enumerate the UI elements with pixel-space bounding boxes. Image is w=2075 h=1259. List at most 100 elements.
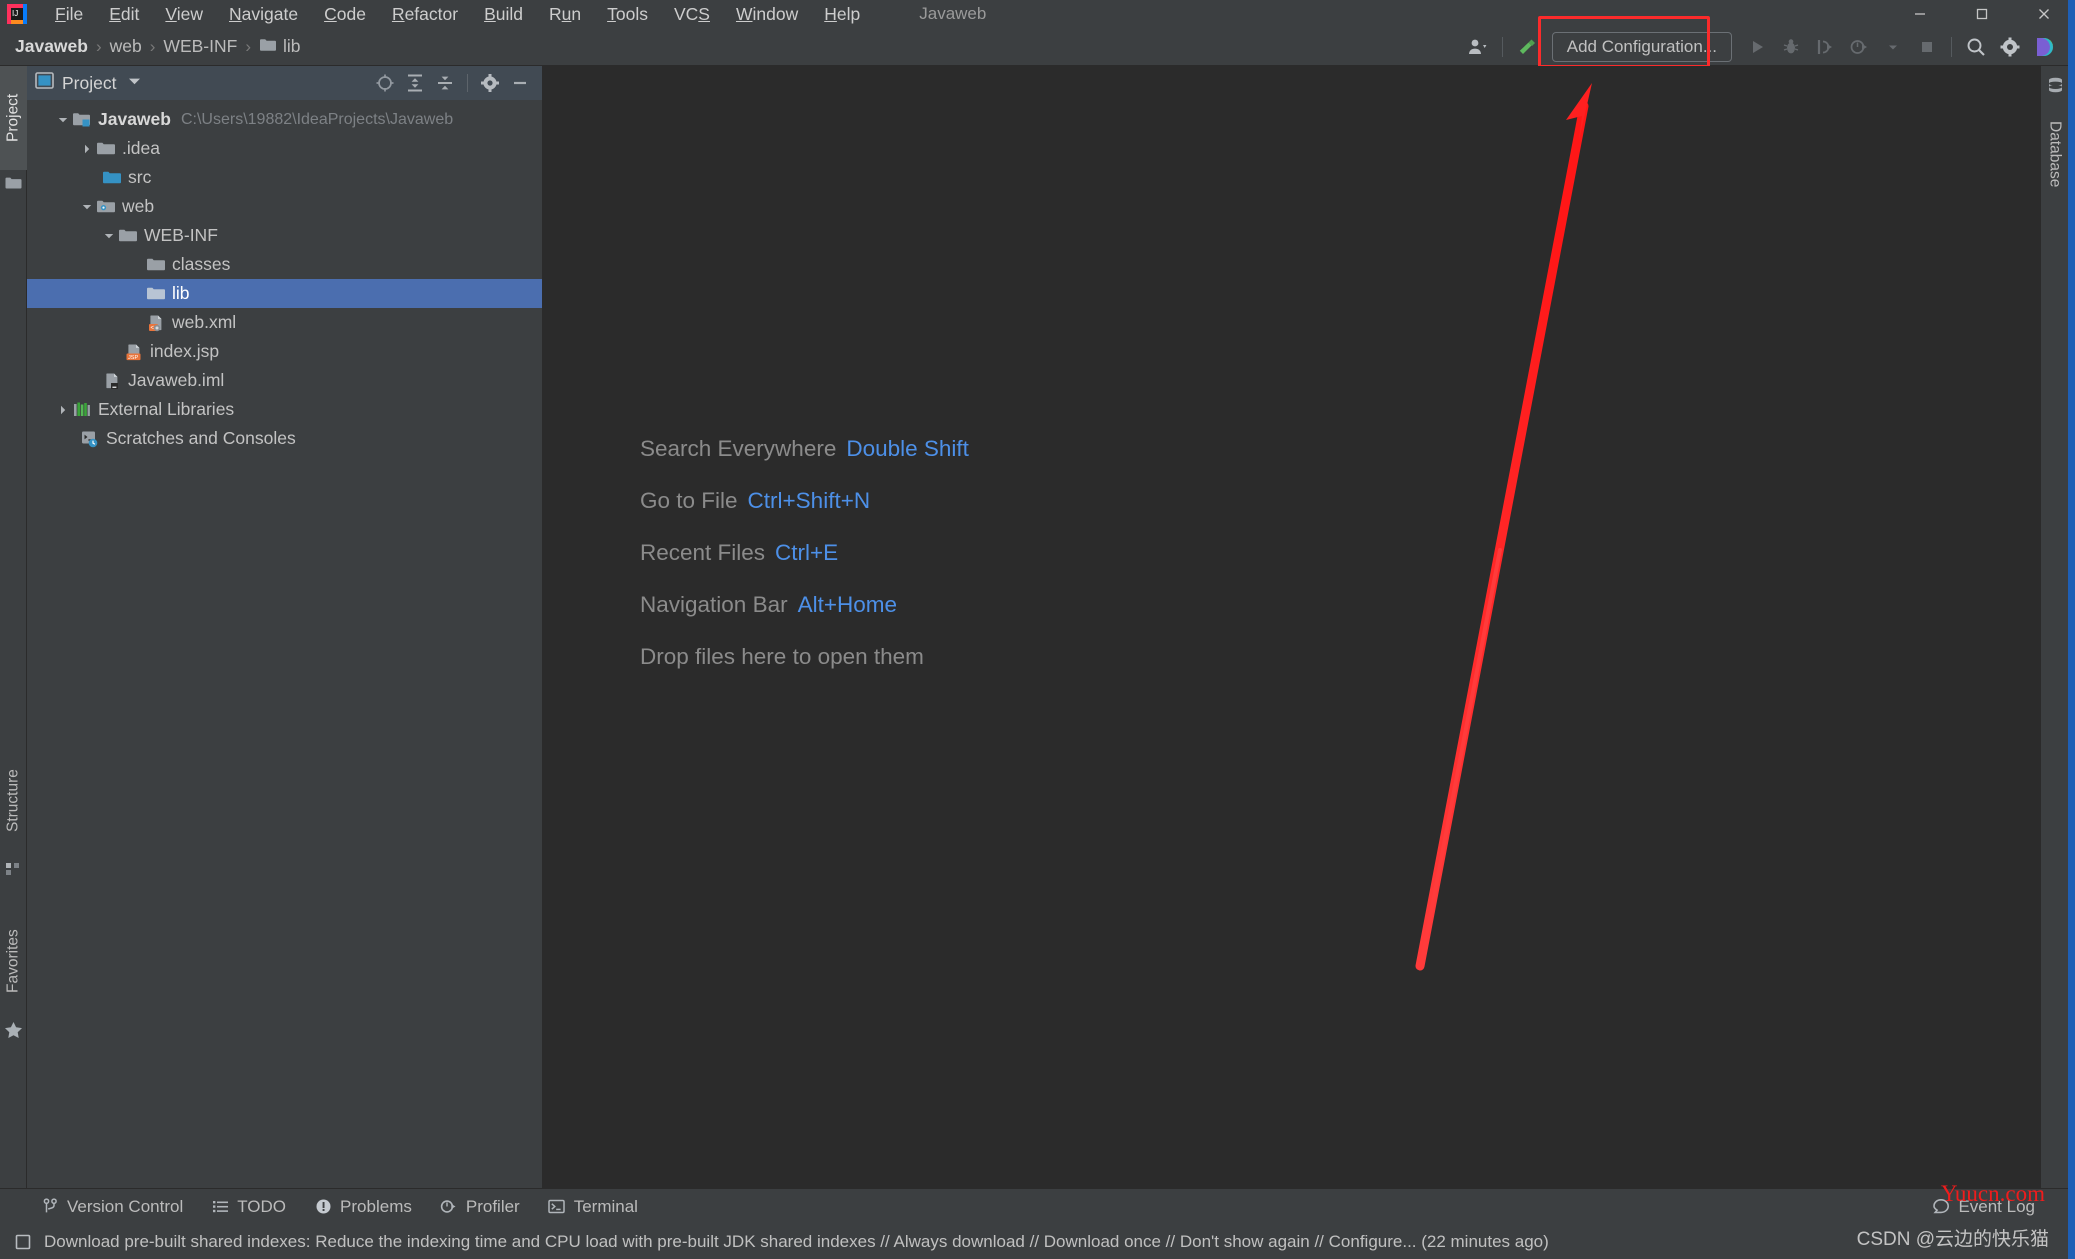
tree-node-scratches[interactable]: Scratches and Consoles bbox=[27, 424, 542, 453]
toolbar-actions: Add Configuration... bbox=[1461, 16, 2061, 68]
user-account-icon[interactable] bbox=[1461, 30, 1495, 64]
bottom-tool-window-bar: Version Control TODO Problems Profiler T… bbox=[0, 1188, 2075, 1224]
close-button[interactable] bbox=[2013, 0, 2075, 28]
build-hammer-icon[interactable] bbox=[1510, 30, 1544, 64]
crosshair-target-icon[interactable] bbox=[371, 69, 399, 97]
breadcrumb-separator: › bbox=[95, 36, 102, 56]
run-with-coverage-icon[interactable] bbox=[1808, 30, 1842, 64]
welcome-line-go-to-file: Go to File Ctrl+Shift+N bbox=[640, 488, 969, 514]
breadcrumb-item-webinf[interactable]: WEB-INF bbox=[158, 34, 242, 59]
right-tool-strip: Database bbox=[2040, 66, 2068, 1214]
stop-square-icon[interactable] bbox=[1910, 30, 1944, 64]
tree-node-label: web.xml bbox=[172, 312, 237, 332]
watermark-csdn: CSDN @云边的快乐猫 bbox=[1856, 1229, 2049, 1250]
sidebar-tab-label: Project bbox=[4, 93, 22, 143]
folder-icon bbox=[95, 140, 117, 158]
tree-node-label: index.jsp bbox=[150, 341, 220, 361]
tree-node-classes[interactable]: classes bbox=[27, 250, 542, 279]
tree-node-label: classes bbox=[172, 254, 231, 274]
tree-node-iml[interactable]: Javaweb.iml bbox=[27, 366, 542, 395]
chevron-right-icon[interactable] bbox=[55, 402, 71, 418]
chevron-down-icon[interactable] bbox=[55, 112, 71, 128]
menu-tools[interactable]: Tools bbox=[594, 1, 661, 27]
tree-node-webxml[interactable]: < web.xml bbox=[27, 308, 542, 337]
welcome-line-search-everywhere: Search Everywhere Double Shift bbox=[640, 436, 969, 462]
toolwindow-todo[interactable]: TODO bbox=[197, 1189, 300, 1225]
toolwindow-label: Version Control bbox=[67, 1196, 184, 1216]
intellij-idea-window: IJ File Edit View Navigate Code Refactor… bbox=[0, 0, 2075, 1259]
menu-code[interactable]: Code bbox=[311, 1, 379, 27]
tree-node-lib[interactable]: lib bbox=[27, 279, 542, 308]
debug-bug-icon[interactable] bbox=[1774, 30, 1808, 64]
chevron-right-icon[interactable] bbox=[79, 141, 95, 157]
toolwindow-label: Problems bbox=[340, 1196, 412, 1216]
maximize-button[interactable] bbox=[1951, 0, 2013, 28]
chevron-down-icon[interactable] bbox=[1876, 30, 1910, 64]
toolwindow-version-control[interactable]: Version Control bbox=[27, 1189, 197, 1225]
welcome-line-navigation-bar: Navigation Bar Alt+Home bbox=[640, 592, 969, 618]
toolwindow-profiler[interactable]: Profiler bbox=[426, 1189, 534, 1225]
welcome-line-drop-files: Drop files here to open them bbox=[640, 644, 969, 670]
menu-file[interactable]: File bbox=[42, 1, 96, 27]
breadcrumb-item-web[interactable]: web bbox=[105, 34, 147, 59]
toolwindow-terminal[interactable]: Terminal bbox=[534, 1189, 652, 1225]
sidebar-tab-project[interactable]: Project bbox=[0, 66, 27, 170]
tree-node-webinf[interactable]: WEB-INF bbox=[27, 221, 542, 250]
profiler-icon[interactable] bbox=[1842, 30, 1876, 64]
xml-file-icon: < bbox=[145, 314, 167, 332]
breadcrumb-item-lib[interactable]: lib bbox=[254, 34, 306, 59]
tree-node-src[interactable]: src bbox=[27, 163, 542, 192]
tree-node-idea[interactable]: .idea bbox=[27, 134, 542, 163]
svg-text:JSP: JSP bbox=[128, 354, 139, 360]
source-folder-icon bbox=[101, 169, 123, 187]
sidebar-tab-favorites[interactable]: Favorites bbox=[0, 906, 27, 1016]
chevron-down-icon[interactable] bbox=[79, 199, 95, 215]
editor-empty-area: Search Everywhere Double Shift Go to File… bbox=[544, 66, 2040, 1188]
tree-node-web[interactable]: web bbox=[27, 192, 542, 221]
notification-square-icon[interactable] bbox=[12, 1232, 34, 1252]
breadcrumb-label: WEB-INF bbox=[163, 36, 238, 56]
menu-refactor[interactable]: Refactor bbox=[379, 1, 471, 27]
welcome-shortcut: Ctrl+E bbox=[775, 540, 839, 565]
menu-view[interactable]: View bbox=[152, 1, 216, 27]
welcome-label: Search Everywhere bbox=[640, 436, 837, 461]
menu-build[interactable]: Build bbox=[471, 1, 536, 27]
sidebar-tab-label: Structure bbox=[4, 769, 22, 833]
datalore-icon[interactable] bbox=[2027, 30, 2061, 64]
run-play-icon[interactable] bbox=[1740, 30, 1774, 64]
chevron-down-icon[interactable] bbox=[101, 228, 117, 244]
add-configuration-button[interactable]: Add Configuration... bbox=[1551, 32, 1732, 62]
menu-navigate[interactable]: Navigate bbox=[216, 1, 311, 27]
tree-node-indexjsp[interactable]: JSP index.jsp bbox=[27, 337, 542, 366]
navigation-toolbar: Javaweb › web › WEB-INF › lib Add Config… bbox=[0, 16, 2075, 68]
search-icon[interactable] bbox=[1959, 30, 1993, 64]
menu-run[interactable]: Run bbox=[536, 1, 594, 27]
sidebar-tab-structure[interactable]: Structure bbox=[0, 746, 27, 856]
toolwindow-problems[interactable]: Problems bbox=[300, 1189, 426, 1225]
status-message[interactable]: Download pre-built shared indexes: Reduc… bbox=[44, 1232, 1549, 1252]
menu-edit[interactable]: Edit bbox=[96, 1, 152, 27]
toolwindow-label: Terminal bbox=[573, 1196, 638, 1216]
editor-welcome-hints: Search Everywhere Double Shift Go to File… bbox=[640, 436, 969, 670]
breadcrumb-item-javaweb[interactable]: Javaweb bbox=[10, 34, 93, 59]
toolwindow-label: Profiler bbox=[465, 1196, 520, 1216]
collapse-all-icon[interactable] bbox=[431, 69, 459, 97]
libraries-icon bbox=[71, 401, 93, 419]
tree-node-javaweb[interactable]: Javaweb C:\Users\19882\IdeaProjects\Java… bbox=[27, 105, 542, 134]
folder-icon bbox=[145, 256, 167, 274]
gear-icon[interactable] bbox=[476, 69, 504, 97]
add-configuration-label: Add Configuration... bbox=[1566, 37, 1717, 56]
window-controls bbox=[1889, 0, 2075, 28]
expand-all-icon[interactable] bbox=[401, 69, 429, 97]
tree-node-external-libraries[interactable]: External Libraries bbox=[27, 395, 542, 424]
tree-node-label: External Libraries bbox=[98, 399, 235, 419]
gear-icon[interactable] bbox=[1993, 30, 2027, 64]
welcome-shortcut: Ctrl+Shift+N bbox=[747, 488, 871, 513]
sidebar-tab-database[interactable]: Database bbox=[2041, 102, 2068, 206]
menu-help[interactable]: Help bbox=[811, 1, 873, 27]
minimize-icon[interactable] bbox=[506, 69, 534, 97]
chevron-down-icon[interactable] bbox=[128, 77, 141, 89]
menu-window[interactable]: Window bbox=[723, 1, 811, 27]
minimize-button[interactable] bbox=[1889, 0, 1951, 28]
menu-vcs[interactable]: VCS bbox=[661, 1, 723, 27]
